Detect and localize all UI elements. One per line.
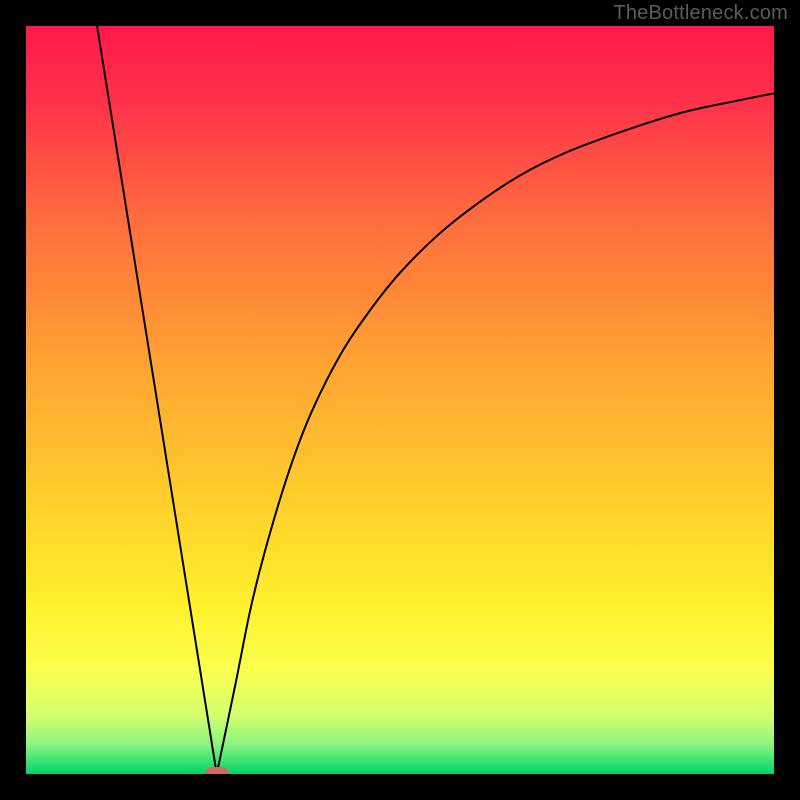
chart-frame: TheBottleneck.com xyxy=(0,0,800,800)
bottleneck-curve xyxy=(26,26,774,774)
plot-area xyxy=(26,26,774,774)
attribution-label: TheBottleneck.com xyxy=(613,2,788,25)
optimal-marker xyxy=(205,767,229,774)
